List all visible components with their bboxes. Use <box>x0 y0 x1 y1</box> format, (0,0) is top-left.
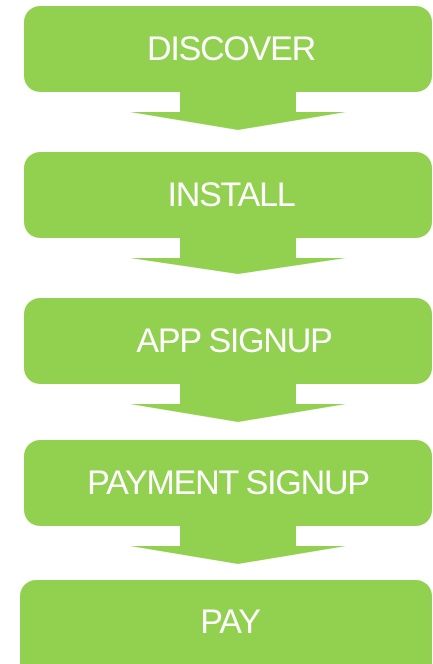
step-app-signup-label: APP SIGNUP <box>136 321 332 360</box>
down-arrow-4 <box>130 526 346 564</box>
step-payment-signup-label: PAYMENT SIGNUP <box>87 463 370 502</box>
down-arrow-3 <box>130 384 346 422</box>
step-install: INSTALL <box>24 152 432 238</box>
step-discover-label: DISCOVER <box>147 29 316 68</box>
funnel-flow: DISCOVER INSTALL APP SIGNUP PAYMENT SIGN… <box>0 0 433 664</box>
step-discover: DISCOVER <box>24 6 432 92</box>
down-arrow-1 <box>130 92 346 130</box>
step-install-label: INSTALL <box>167 175 295 214</box>
step-payment-signup: PAYMENT SIGNUP <box>24 440 432 526</box>
step-pay: PAY <box>20 580 432 664</box>
down-arrow-2 <box>130 238 346 274</box>
step-pay-label: PAY <box>200 602 261 641</box>
step-app-signup: APP SIGNUP <box>24 298 432 384</box>
